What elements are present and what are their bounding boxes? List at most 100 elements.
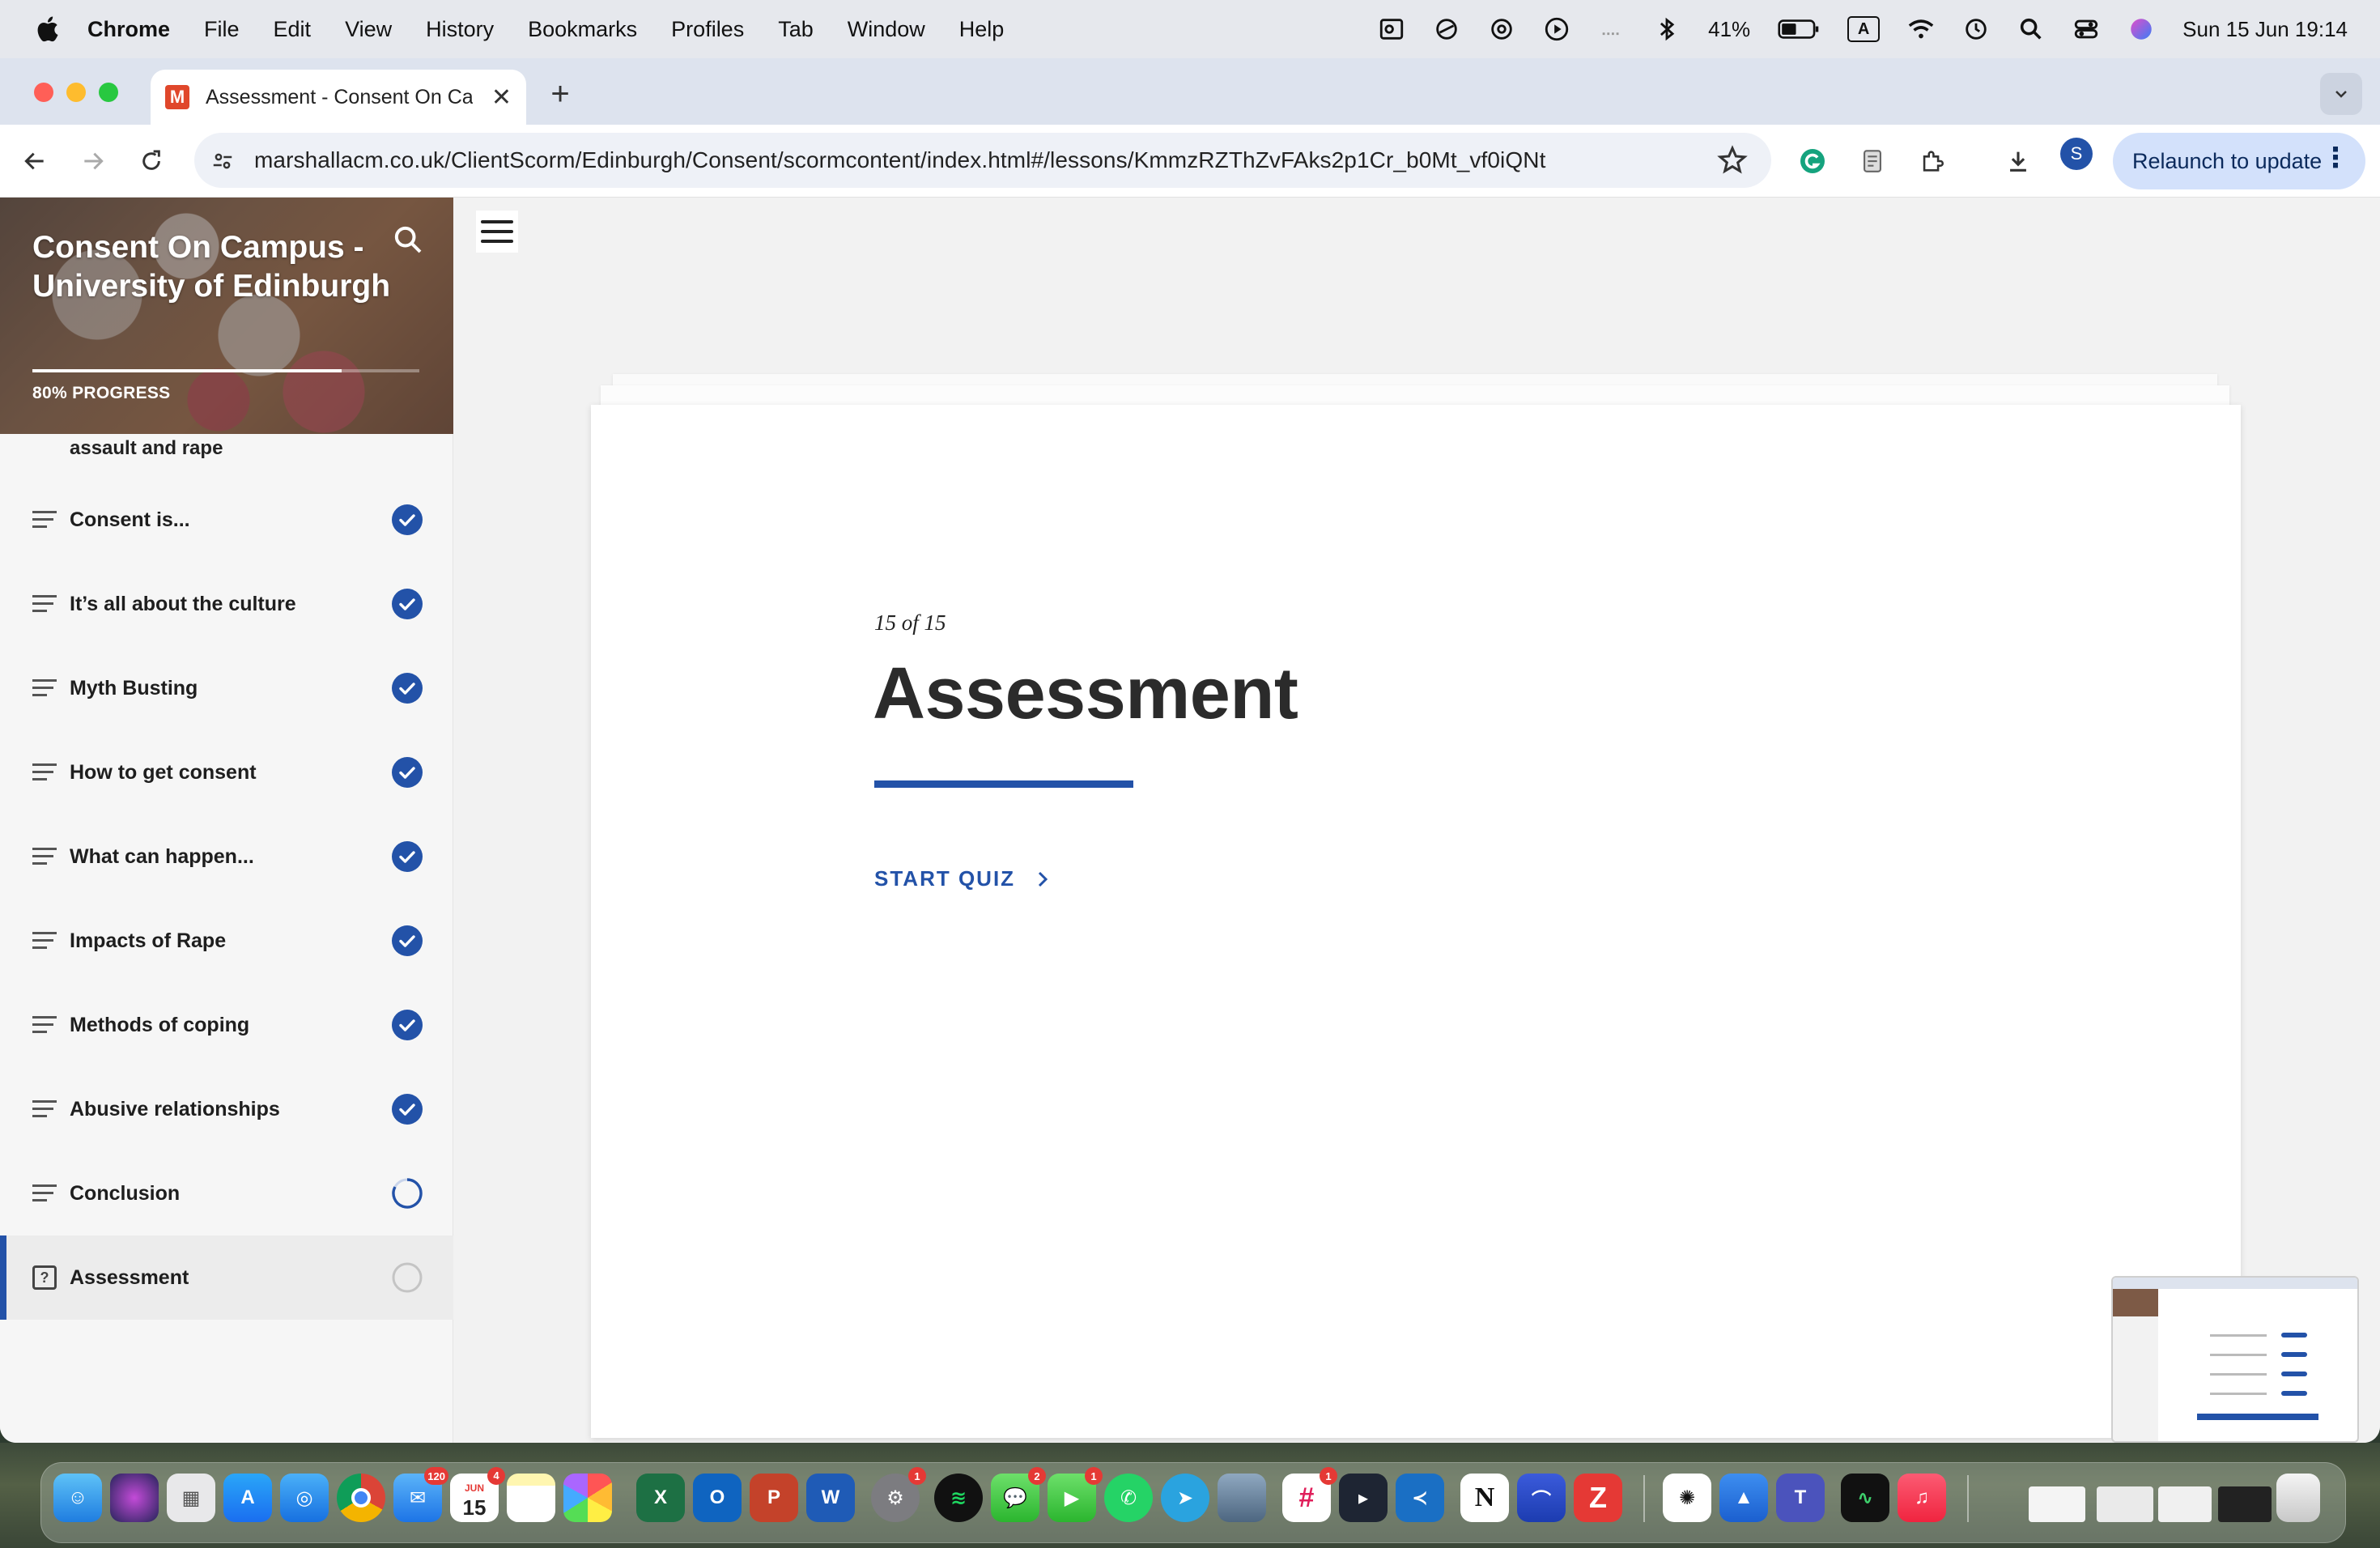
outlook-icon[interactable]: O xyxy=(693,1474,742,1522)
music-icon[interactable]: ♫ xyxy=(1898,1474,1946,1522)
minimize-window-button[interactable] xyxy=(66,83,86,102)
bluetooth-icon[interactable] xyxy=(1653,15,1681,43)
time-machine-icon[interactable] xyxy=(1962,15,1990,43)
bookmark-star-icon[interactable] xyxy=(1716,144,1749,176)
menu-help[interactable]: Help xyxy=(959,17,1005,42)
telegram-icon[interactable]: ➤ xyxy=(1161,1474,1209,1522)
notes-icon[interactable] xyxy=(507,1474,555,1522)
screenshot-thumbnail[interactable] xyxy=(2111,1276,2359,1443)
forward-icon[interactable] xyxy=(74,142,112,180)
outlook-tray-icon[interactable] xyxy=(1378,15,1405,43)
keynote-icon[interactable]: ▲ xyxy=(1719,1474,1768,1522)
app-store-icon[interactable]: A xyxy=(223,1474,272,1522)
chatgpt-icon[interactable]: ✺ xyxy=(1663,1474,1711,1522)
menu-toggle-icon[interactable] xyxy=(476,211,518,253)
sidebar-lesson-item[interactable]: What can happen... xyxy=(0,814,453,899)
menu-profiles[interactable]: Profiles xyxy=(671,17,744,42)
facetime-icon[interactable]: ▶ 1 xyxy=(1048,1467,1103,1522)
activity-monitor-icon[interactable]: ∿ xyxy=(1841,1474,1889,1522)
mail-icon[interactable]: ✉ 120 xyxy=(393,1467,448,1522)
photos-icon[interactable] xyxy=(563,1474,612,1522)
spotify-icon[interactable]: ≋ xyxy=(934,1474,983,1522)
sidebar-lesson-item[interactable]: ? Assessment xyxy=(0,1235,453,1320)
control-center-icon[interactable] xyxy=(2072,15,2100,43)
input-source-icon[interactable]: A xyxy=(1847,16,1881,42)
notion-icon[interactable]: N xyxy=(1460,1474,1509,1522)
apple-logo-icon[interactable] xyxy=(32,13,65,45)
grammarly-extension-icon[interactable] xyxy=(1796,144,1830,178)
menu-app-name[interactable]: Chrome xyxy=(87,17,170,42)
sidebar-lesson-item[interactable]: Consent is... xyxy=(0,478,453,562)
minimized-window-thumbnail[interactable] xyxy=(2097,1486,2153,1522)
relaunch-to-update-button[interactable]: Relaunch to update ⋮ xyxy=(2113,133,2365,189)
battery-icon[interactable] xyxy=(1778,15,1820,43)
word-icon[interactable]: W xyxy=(806,1474,855,1522)
cursor-app-icon[interactable]: ▸ xyxy=(1339,1474,1388,1522)
wifi-icon[interactable] xyxy=(1907,15,1935,43)
browser-menu-icon[interactable]: ⋮ xyxy=(2322,144,2349,172)
play-tray-icon[interactable] xyxy=(1543,15,1570,43)
chatgpt-tray-icon[interactable] xyxy=(1488,15,1515,43)
sidebar-lesson-item[interactable]: Abusive relationships xyxy=(0,1067,453,1151)
launchpad-icon[interactable]: ▦ xyxy=(167,1474,215,1522)
finder-icon[interactable]: ☺ xyxy=(53,1474,102,1522)
menu-history[interactable]: History xyxy=(426,17,494,42)
whatsapp-icon[interactable]: ✆ xyxy=(1104,1474,1153,1522)
reader-extension-icon[interactable] xyxy=(1855,144,1889,178)
sidebar-lesson-item[interactable]: Impacts of Rape xyxy=(0,899,453,983)
active-tab[interactable]: M Assessment - Consent On Ca ✕ xyxy=(151,70,526,125)
url-text[interactable]: marshallacm.co.uk/ClientScorm/Edinburgh/… xyxy=(254,147,1545,173)
excel-icon[interactable]: X xyxy=(636,1474,685,1522)
address-bar[interactable]: marshallacm.co.uk/ClientScorm/Edinburgh/… xyxy=(194,133,1771,188)
preview-icon[interactable] xyxy=(1218,1474,1266,1522)
sidebar-lesson-item[interactable]: Myth Busting xyxy=(0,646,453,730)
new-tab-icon[interactable]: + xyxy=(542,76,578,113)
clock[interactable]: Sun 15 Jun 19:14 xyxy=(2182,17,2348,42)
lesson-label-partial[interactable]: assault and rape xyxy=(70,437,223,460)
messages-icon[interactable]: 💬 2 xyxy=(991,1467,1046,1522)
spotlight-search-icon[interactable] xyxy=(2017,15,2045,43)
system-settings-icon[interactable]: ⚙ 1 xyxy=(871,1467,926,1522)
menu-window[interactable]: Window xyxy=(848,17,925,42)
siri-app-icon[interactable] xyxy=(110,1474,159,1522)
brightness-tray-icon[interactable] xyxy=(1598,15,1626,43)
arc-like-app-icon[interactable]: ⌒ xyxy=(1517,1474,1566,1522)
start-quiz-button[interactable]: START QUIZ xyxy=(874,866,1052,891)
downloads-icon[interactable] xyxy=(2001,144,2035,178)
search-icon[interactable] xyxy=(392,223,424,256)
sidebar-lesson-item[interactable]: How to get consent xyxy=(0,730,453,814)
menu-view[interactable]: View xyxy=(345,17,392,42)
back-icon[interactable] xyxy=(16,142,53,180)
reload-icon[interactable] xyxy=(133,142,170,180)
sidebar-lesson-item[interactable]: It’s all about the culture xyxy=(0,562,453,646)
sidebar-lesson-item[interactable]: Methods of coping xyxy=(0,983,453,1067)
site-info-icon[interactable] xyxy=(206,144,240,178)
zoom-window-button[interactable] xyxy=(99,83,118,102)
calendar-icon[interactable]: JUN 15 4 xyxy=(450,1467,505,1522)
menu-file[interactable]: File xyxy=(204,17,240,42)
menu-bookmarks[interactable]: Bookmarks xyxy=(528,17,637,42)
safari-icon[interactable]: ◎ xyxy=(280,1474,329,1522)
zotero-icon[interactable]: Z xyxy=(1574,1474,1622,1522)
vscode-icon[interactable]: ≺ xyxy=(1396,1474,1444,1522)
minimized-window-thumbnail[interactable] xyxy=(2218,1486,2272,1522)
siri-icon[interactable] xyxy=(2127,15,2155,43)
lesson-text-icon xyxy=(32,1100,57,1118)
powerpoint-icon[interactable]: P xyxy=(750,1474,798,1522)
minimized-window-thumbnail[interactable] xyxy=(2029,1486,2085,1522)
slack-icon[interactable]: #1 xyxy=(1282,1467,1337,1522)
sidebar-lesson-item[interactable]: Conclusion xyxy=(0,1151,453,1235)
tab-search-icon[interactable] xyxy=(2320,73,2362,115)
profile-avatar[interactable]: S xyxy=(2060,138,2093,170)
chrome-icon[interactable] xyxy=(337,1474,385,1522)
course-sidebar: Consent On Campus - University of Edinbu… xyxy=(0,198,453,1443)
menu-tab[interactable]: Tab xyxy=(778,17,814,42)
teams-icon[interactable]: T xyxy=(1776,1474,1825,1522)
extensions-puzzle-icon[interactable] xyxy=(1915,144,1949,178)
trash-icon[interactable] xyxy=(2276,1474,2320,1522)
close-tab-icon[interactable]: ✕ xyxy=(491,83,512,112)
sync-tray-icon[interactable] xyxy=(1433,15,1460,43)
close-window-button[interactable] xyxy=(34,83,53,102)
minimized-window-thumbnail[interactable] xyxy=(2158,1486,2212,1522)
menu-edit[interactable]: Edit xyxy=(274,17,312,42)
